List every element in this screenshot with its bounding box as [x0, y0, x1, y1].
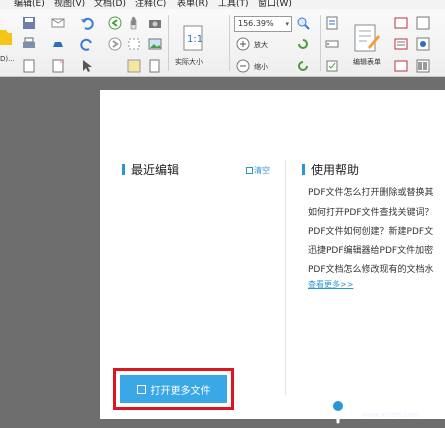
select-text-icon[interactable] [127, 37, 141, 51]
toolbar-separator [320, 15, 321, 71]
barcode-field-icon[interactable] [416, 59, 430, 73]
page-icon[interactable] [22, 59, 36, 73]
actual-size-icon[interactable]: 1:1 [182, 25, 204, 51]
help-link[interactable]: 迅捷PDF编辑器给PDF文件加密 [308, 243, 433, 256]
zoom-value: 156.39% [238, 19, 274, 28]
menu-form[interactable]: 表单(R) [177, 0, 208, 9]
text-field-icon[interactable] [325, 37, 339, 51]
note-icon[interactable] [127, 59, 141, 73]
open-file-icon [136, 384, 146, 394]
rotate-back-icon[interactable] [296, 59, 310, 73]
radio-field-icon[interactable] [416, 37, 430, 51]
section-marker [122, 164, 125, 175]
undo-icon[interactable] [80, 16, 94, 30]
actual-size-label: 实际大小 [175, 58, 203, 66]
section-marker [302, 164, 305, 175]
menu-edit[interactable]: 编辑(E) [14, 0, 45, 9]
edit-form-icon[interactable] [352, 23, 382, 53]
help-title: 使用帮助 [311, 163, 360, 177]
zoom-tool-icon[interactable] [296, 16, 310, 30]
print-icon[interactable] [22, 37, 36, 51]
open-folder-icon[interactable] [0, 25, 12, 47]
stamp-icon[interactable] [51, 37, 65, 51]
svg-text:1:1: 1:1 [187, 34, 203, 45]
redo-icon[interactable] [80, 37, 94, 51]
save-icon[interactable] [22, 16, 36, 30]
open-more-files-button[interactable]: 打开更多文件 [120, 375, 227, 403]
clear-label: 清空 [254, 166, 270, 175]
email-icon[interactable] [51, 16, 65, 30]
form-button-icon[interactable] [394, 16, 408, 30]
watermark-url: www.xhjaty.com [362, 411, 419, 419]
edit-form-label: 编辑表单 [353, 58, 381, 66]
attach-icon[interactable] [148, 59, 162, 73]
help-link[interactable]: PDF文件如何创建？新建PDF文 [308, 224, 433, 237]
cursor-icon[interactable] [80, 59, 94, 73]
clear-icon [246, 167, 253, 174]
checkbox-field-icon[interactable] [325, 59, 339, 73]
rotate-icon[interactable] [296, 37, 310, 51]
menu-comment[interactable]: 注释(C) [135, 0, 166, 9]
list-box-icon[interactable] [394, 37, 408, 51]
help-link[interactable]: 如何打开PDF文件查找关键词？ [308, 205, 434, 218]
view-more-link[interactable]: 查看更多>> [308, 279, 353, 290]
toolbar: D)... 1:1 实际大小 156.39% ▾ 放大 缩小 编辑表单 [0, 9, 445, 77]
zoom-in-label[interactable]: 放大 [254, 40, 268, 50]
back-icon[interactable] [108, 16, 122, 30]
menu-tools[interactable]: 工具(T) [218, 0, 249, 9]
new-page-icon[interactable] [51, 59, 65, 73]
partial-label: D)... [0, 55, 15, 63]
zoom-out-icon[interactable] [236, 59, 250, 73]
zoom-in-icon[interactable] [236, 37, 250, 51]
panel-divider [285, 160, 286, 395]
forward-icon[interactable] [108, 37, 122, 51]
toolbar-separator [168, 15, 169, 71]
open-more-files-label: 打开更多文件 [150, 385, 211, 397]
clear-recent-link[interactable]: 清空 [246, 165, 270, 176]
menu-bar: 编辑(E) 视图(V) 文档(D) 注释(C) 表单(R) 工具(T) 窗口(W… [0, 0, 445, 9]
hand-icon[interactable] [127, 16, 141, 30]
recent-edits-title: 最近编辑 [131, 163, 180, 177]
signature-field-icon[interactable] [416, 16, 430, 30]
form-page-icon[interactable] [325, 16, 339, 30]
menu-document[interactable]: 文档(D) [94, 0, 126, 9]
camera-icon[interactable] [148, 16, 162, 30]
help-link[interactable]: PDF文件怎么打开删除或替换其 [308, 185, 434, 198]
menu-view[interactable]: 视图(V) [54, 0, 85, 9]
image-icon[interactable] [148, 37, 162, 51]
zoom-select[interactable]: 156.39% ▾ [234, 16, 292, 32]
combo-box-icon[interactable] [394, 59, 408, 73]
toolbar-separator [229, 15, 230, 71]
menu-window[interactable]: 窗口(W) [258, 0, 292, 9]
highlight-frame: 打开更多文件 [113, 368, 234, 410]
zoom-out-label[interactable]: 缩小 [254, 62, 268, 72]
help-link[interactable]: PDF文档怎么修改现有的文档水 [308, 262, 434, 275]
chevron-down-icon: ▾ [285, 20, 289, 28]
